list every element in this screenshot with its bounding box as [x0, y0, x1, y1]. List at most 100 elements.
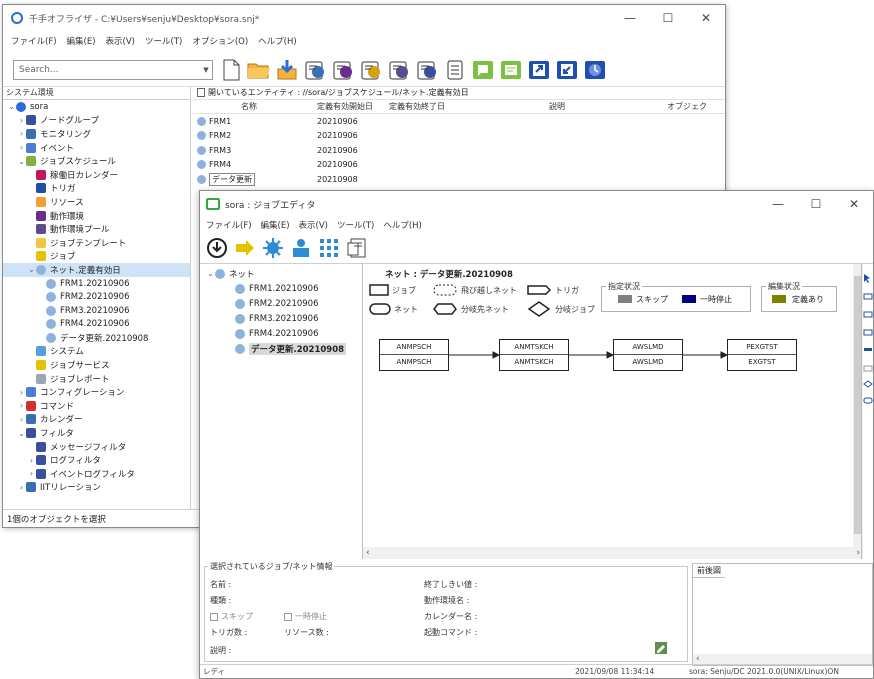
tree-item[interactable]: トリガ	[3, 182, 190, 196]
list-item[interactable]: FRM4 20210906	[193, 158, 725, 173]
document-list-icon[interactable]	[346, 237, 368, 259]
chevron-right-icon[interactable]: ›	[17, 143, 26, 152]
menu-tools[interactable]: ツール(T)	[145, 35, 182, 47]
chevron-down-icon[interactable]: ⌄	[7, 102, 16, 111]
editor-tree-item[interactable]: FRM3.20210906	[200, 311, 362, 326]
chevron-right-icon[interactable]: ›	[27, 456, 36, 465]
tree-item[interactable]: FRM1.20210906	[3, 277, 190, 291]
editor-menu-file[interactable]: ファイル(F)	[206, 219, 252, 231]
editor-maximize-button[interactable]: ☐	[797, 191, 835, 217]
tree-item[interactable]: › IITリレーション	[3, 481, 190, 495]
script-icon-3[interactable]	[359, 58, 383, 82]
job-node-1[interactable]: ANMPSCH ANMPSCH	[379, 339, 449, 371]
tree-item[interactable]: ⌄ sora	[3, 100, 190, 114]
export-icon[interactable]	[499, 58, 523, 82]
tree-item[interactable]: 動作環境	[3, 209, 190, 223]
job-node-2[interactable]: ANMTSKCH ANMTSKCH	[499, 339, 569, 371]
column-end-date[interactable]: 定義有効終了日	[389, 101, 549, 112]
scroll-left-icon[interactable]: ‹	[366, 548, 370, 558]
precedence-tab[interactable]: 前後図	[693, 564, 725, 578]
tree-item[interactable]: › コマンド	[3, 399, 190, 413]
editor-tree-item[interactable]: データ更新.20210908	[200, 341, 362, 356]
palette-tools-icon[interactable]	[862, 264, 874, 404]
column-object[interactable]: オブジェク	[667, 101, 707, 112]
column-description[interactable]: 説明	[549, 101, 667, 112]
tree-item[interactable]: › ノードグループ	[3, 114, 190, 128]
info-edit-icon[interactable]	[654, 641, 668, 655]
search-input[interactable]: Search... ▼	[13, 59, 213, 80]
chevron-down-icon[interactable]: ⌄	[206, 269, 215, 278]
chevron-down-icon[interactable]: ⌄	[17, 157, 26, 166]
new-document-icon[interactable]	[219, 58, 243, 82]
import-icon[interactable]	[555, 58, 579, 82]
pause-checkbox[interactable]: 一時停止	[284, 611, 327, 622]
skip-checkbox-box[interactable]	[210, 612, 218, 621]
tree-item[interactable]: FRM4.20210906	[3, 318, 190, 332]
open-folder-icon[interactable]	[247, 58, 271, 82]
job-node-4[interactable]: PEXGTST EXGTST	[727, 339, 797, 371]
maximize-button[interactable]: ☐	[649, 5, 687, 31]
tree-item[interactable]: ジョブサービス	[3, 358, 190, 372]
editor-menu-edit[interactable]: 編集(E)	[261, 219, 290, 231]
refresh-icon[interactable]	[583, 58, 607, 82]
tree-item[interactable]: ジョブテンプレート	[3, 236, 190, 250]
tree-item[interactable]: › コンフィグレーション	[3, 385, 190, 399]
tree-item[interactable]: › ログフィルタ	[3, 453, 190, 467]
editor-menu-view[interactable]: 表示(V)	[299, 219, 328, 231]
user-computer-icon[interactable]	[290, 237, 312, 259]
tree-item[interactable]: 動作環境プール	[3, 222, 190, 236]
tree-item[interactable]: ジョブレポート	[3, 372, 190, 386]
net-diagram-canvas[interactable]: ネット : データ更新.20210908 ジョブ 飛び越しネット トリガ ネット…	[363, 263, 863, 559]
editor-tree-item[interactable]: FRM2.20210906	[200, 296, 362, 311]
editor-menu-help[interactable]: ヘルプ(H)	[383, 219, 422, 231]
list-item[interactable]: FRM2 20210906	[193, 129, 725, 144]
tree-item[interactable]: ⌄ ジョブスケジュール	[3, 154, 190, 168]
upload-icon[interactable]	[527, 58, 551, 82]
pause-checkbox-box[interactable]	[284, 612, 292, 621]
chevron-right-icon[interactable]: ›	[17, 415, 26, 424]
editor-menu-tools[interactable]: ツール(T)	[337, 219, 374, 231]
tree-item[interactable]: システム	[3, 345, 190, 359]
tree-item[interactable]: ⌄ フィルタ	[3, 426, 190, 440]
list-item[interactable]: FRM1 20210906	[193, 114, 725, 129]
grid-icon[interactable]	[318, 237, 340, 259]
job-node-3[interactable]: AWSLMD AWSLMD	[613, 339, 683, 371]
column-start-date[interactable]: 定義有効開始日	[317, 101, 389, 112]
tree-item[interactable]: FRM3.20210906	[3, 304, 190, 318]
chevron-down-icon[interactable]: ⌄	[27, 265, 36, 274]
tree-item[interactable]: › イベントログフィルタ	[3, 467, 190, 481]
menu-view[interactable]: 表示(V)	[106, 35, 135, 47]
list-item[interactable]: FRM3 20210906	[193, 143, 725, 158]
download-icon[interactable]	[275, 58, 299, 82]
editor-minimize-button[interactable]: —	[759, 191, 797, 217]
editor-tree-item[interactable]: FRM1.20210906	[200, 281, 362, 296]
tree-item[interactable]: ⌄ ネット.定義有効日	[3, 263, 190, 277]
minimize-button[interactable]: —	[611, 5, 649, 31]
script-icon-2[interactable]	[331, 58, 355, 82]
canvas-horizontal-scrollbar[interactable]: ‹ ›	[363, 547, 863, 559]
script-icon-5[interactable]	[415, 58, 439, 82]
tree-item[interactable]: リソース	[3, 195, 190, 209]
editor-tree-item[interactable]: FRM4.20210906	[200, 326, 362, 341]
chevron-right-icon[interactable]: ›	[17, 388, 26, 397]
download-circle-icon[interactable]	[206, 237, 228, 259]
tree-item[interactable]: 稼働日カレンダー	[3, 168, 190, 182]
tree-item[interactable]: データ更新.20210908	[3, 331, 190, 345]
chat-icon[interactable]	[471, 58, 495, 82]
list-icon[interactable]	[443, 58, 467, 82]
tree-item[interactable]: › イベント	[3, 141, 190, 155]
tree-item[interactable]: FRM2.20210906	[3, 290, 190, 304]
menu-help[interactable]: ヘルプ(H)	[258, 35, 297, 47]
chevron-right-icon[interactable]: ›	[17, 401, 26, 410]
script-icon-4[interactable]	[387, 58, 411, 82]
editor-close-button[interactable]: ✕	[835, 191, 873, 217]
editor-tree-item[interactable]: ⌄ ネット	[200, 266, 362, 281]
list-item[interactable]: データ更新 20210908	[193, 172, 725, 187]
tree-item[interactable]: メッセージフィルタ	[3, 440, 190, 454]
menu-file[interactable]: ファイル(F)	[11, 35, 57, 47]
chevron-right-icon[interactable]: ›	[17, 129, 26, 138]
column-name[interactable]: 名称	[193, 101, 317, 112]
menu-options[interactable]: オプション(O)	[192, 35, 248, 47]
menu-edit[interactable]: 編集(E)	[67, 35, 96, 47]
script-icon-1[interactable]	[303, 58, 327, 82]
